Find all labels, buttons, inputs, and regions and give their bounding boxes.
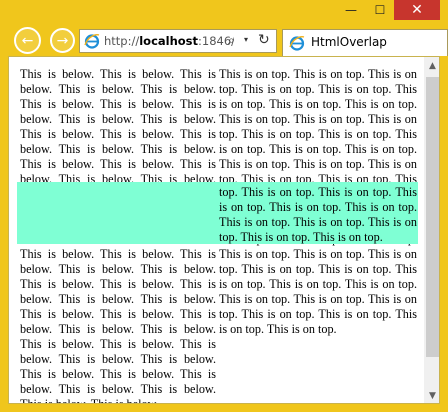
overlay-text: top. This is on top. This is on top. Thi… xyxy=(219,185,417,244)
address-url: http://localhost:1846/l xyxy=(104,34,234,48)
back-arrow-icon: ← xyxy=(21,32,34,49)
ie-logo-icon xyxy=(289,36,305,51)
page-viewport: This is below. This is below. This is be… xyxy=(8,56,440,404)
page-content: This is below. This is below. This is be… xyxy=(9,57,424,403)
tab-htmloverlap[interactable]: HtmlOverlap xyxy=(282,29,448,56)
title-bar: — ☐ ✕ xyxy=(0,0,448,26)
refresh-icon[interactable]: ↻ xyxy=(258,32,270,48)
minimize-button[interactable]: — xyxy=(337,0,365,20)
back-button[interactable]: ← xyxy=(14,27,41,54)
address-bar[interactable]: http://localhost:1846/l ⌕ ▾ ↻ xyxy=(79,29,277,53)
scroll-up-icon[interactable]: ▲ xyxy=(424,57,439,75)
scroll-down-icon[interactable]: ▼ xyxy=(424,387,439,403)
vertical-scrollbar[interactable]: ▲ ▼ xyxy=(424,57,439,403)
search-icon[interactable]: ⌕ xyxy=(228,33,235,48)
forward-button[interactable]: → xyxy=(50,28,75,53)
browser-toolbar: ← → http://localhost:1846/l ⌕ ▾ ↻ HtmlOv… xyxy=(0,26,448,56)
tab-title: HtmlOverlap xyxy=(311,35,387,49)
maximize-button[interactable]: ☐ xyxy=(366,0,394,20)
scrollbar-thumb[interactable] xyxy=(426,77,439,357)
ie-logo-icon xyxy=(84,34,100,49)
chevron-down-icon[interactable]: ▾ xyxy=(244,35,248,44)
close-button[interactable]: ✕ xyxy=(394,0,440,20)
forward-arrow-icon: → xyxy=(56,32,69,49)
